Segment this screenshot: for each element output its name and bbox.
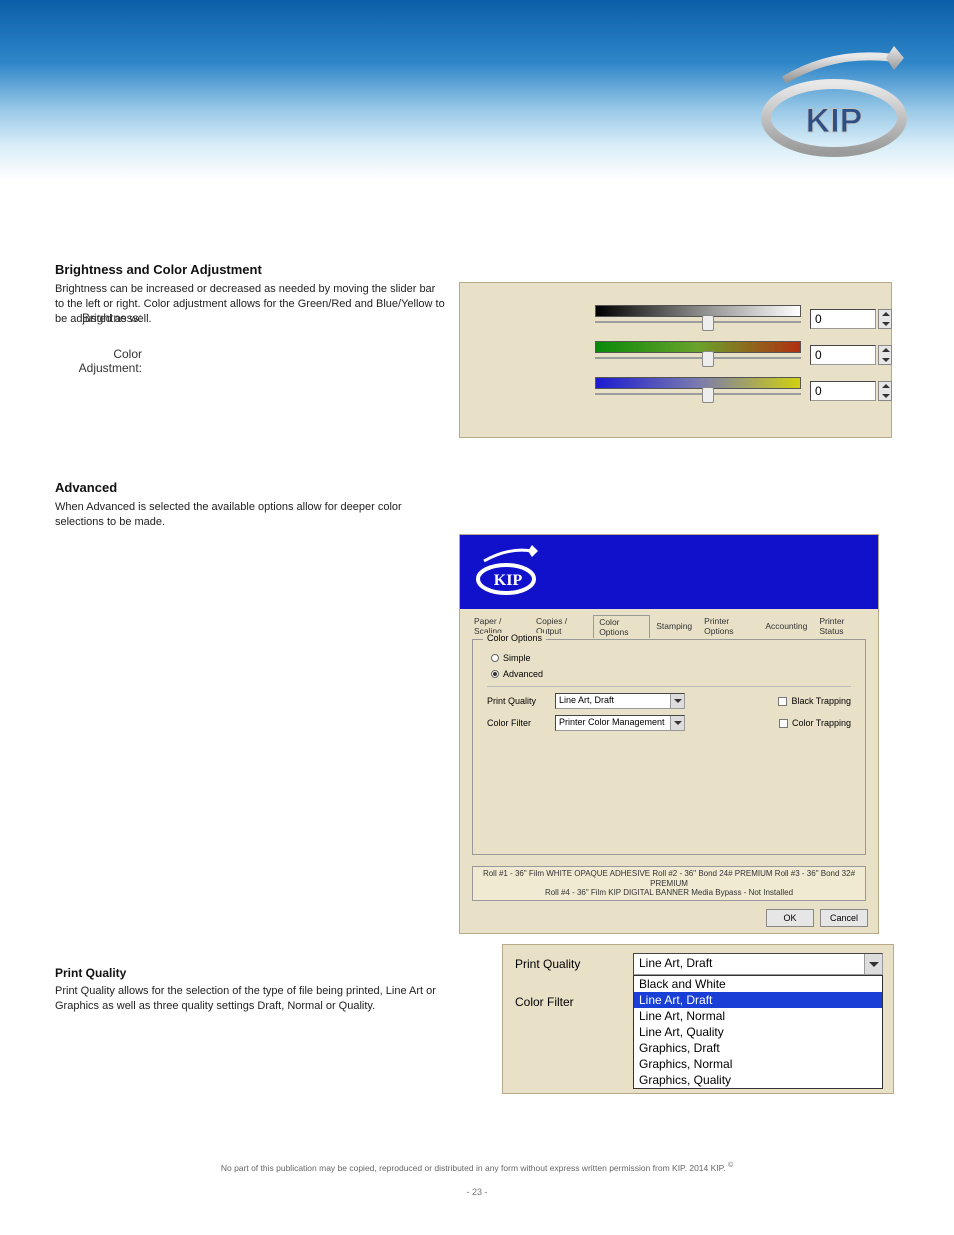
- section1-title: Brightness and Color Adjustment: [55, 262, 262, 277]
- color-trapping-checkbox[interactable]: Color Trapping: [779, 718, 851, 728]
- green-red-slider[interactable]: [595, 357, 801, 359]
- group-title: Color Options: [483, 633, 546, 643]
- radio-simple[interactable]: Simple: [491, 652, 865, 664]
- tab-color-options[interactable]: Color Options: [593, 615, 650, 638]
- pq-label2: Print Quality: [515, 957, 580, 971]
- brightness-panel: Brightness: Color Adjustment:: [459, 282, 892, 438]
- pq-option[interactable]: Line Art, Quality: [634, 1024, 882, 1040]
- section2-title: Advanced: [55, 480, 117, 495]
- radio-simple-label: Simple: [503, 653, 531, 663]
- brightness-label: Brightness:: [82, 311, 142, 325]
- kip-logo-dialog: KIP: [474, 543, 544, 598]
- svg-text:KIP: KIP: [806, 102, 863, 140]
- radio-icon: [491, 654, 499, 662]
- cf-label2: Color Filter: [515, 995, 574, 1009]
- blue-yellow-slider[interactable]: [595, 393, 801, 395]
- coloradj-label: Color Adjustment:: [79, 347, 142, 375]
- print-quality-dropdown-panel: Print Quality Color Filter Line Art, Dra…: [502, 944, 894, 1094]
- green-red-spinner[interactable]: [878, 345, 892, 365]
- radio-advanced-label: Advanced: [503, 669, 543, 679]
- roll-status-footer: Roll #1 - 36" Film WHITE OPAQUE ADHESIVE…: [472, 866, 866, 901]
- roll-status-line1: Roll #1 - 36" Film WHITE OPAQUE ADHESIVE…: [475, 869, 863, 888]
- pq-option[interactable]: Line Art, Normal: [634, 1008, 882, 1024]
- radio-advanced[interactable]: Advanced: [491, 668, 865, 680]
- section3-body: Print Quality allows for the selection o…: [55, 984, 475, 1014]
- chevron-down-icon: [864, 954, 882, 974]
- tab-printer-status[interactable]: Printer Status: [813, 614, 870, 638]
- brightness-spinner[interactable]: [878, 309, 892, 329]
- green-red-value[interactable]: [810, 345, 876, 365]
- color-options-group: Color Options Simple Advanced Print Qual…: [472, 639, 866, 855]
- brightness-value[interactable]: [810, 309, 876, 329]
- brightness-gradient: [595, 305, 801, 317]
- blue-yellow-gradient: [595, 377, 801, 389]
- page-number: - 23 -: [0, 1187, 954, 1197]
- black-trapping-label: Black Trapping: [791, 696, 851, 706]
- pq-option[interactable]: Graphics, Draft: [634, 1040, 882, 1056]
- pq-combo[interactable]: Line Art, Draft: [555, 693, 685, 709]
- roll-status-line2: Roll #4 - 36" Film KIP DIGITAL BANNER Me…: [475, 888, 863, 898]
- section3-title: Print Quality: [55, 966, 126, 980]
- ok-button[interactable]: OK: [766, 909, 814, 927]
- dialog-banner: KIP: [460, 535, 878, 609]
- blue-yellow-value[interactable]: [810, 381, 876, 401]
- pq-label: Print Quality: [487, 696, 547, 706]
- chevron-down-icon: [670, 716, 684, 730]
- pq-option[interactable]: Line Art, Draft: [634, 992, 882, 1008]
- tab-accounting[interactable]: Accounting: [759, 619, 813, 633]
- pq-option[interactable]: Graphics, Normal: [634, 1056, 882, 1072]
- chevron-down-icon: [670, 694, 684, 708]
- checkbox-icon: [778, 697, 787, 706]
- pq-combo-expanded-value: Line Art, Draft: [639, 956, 712, 970]
- cf-label: Color Filter: [487, 718, 547, 728]
- footer-copyright: No part of this publication may be copie…: [0, 1161, 954, 1175]
- pq-combo-expanded[interactable]: Line Art, Draft: [633, 953, 883, 975]
- cf-combo[interactable]: Printer Color Management: [555, 715, 685, 731]
- kip-logo-top: KIP: [754, 40, 914, 160]
- pq-combo-value: Line Art, Draft: [559, 695, 614, 705]
- slider-thumb[interactable]: [702, 387, 714, 403]
- pq-option-list[interactable]: Black and White Line Art, Draft Line Art…: [633, 975, 883, 1089]
- pq-option[interactable]: Black and White: [634, 976, 882, 992]
- svg-text:KIP: KIP: [494, 572, 523, 589]
- checkbox-icon: [779, 719, 788, 728]
- blue-yellow-spinner[interactable]: [878, 381, 892, 401]
- section2-body: When Advanced is selected the available …: [55, 500, 445, 530]
- advanced-dialog: KIP Paper / Scaling Copies / Output Colo…: [459, 534, 879, 934]
- radio-icon: [491, 670, 499, 678]
- slider-thumb[interactable]: [702, 351, 714, 367]
- black-trapping-checkbox[interactable]: Black Trapping: [778, 696, 851, 706]
- tab-printer-options[interactable]: Printer Options: [698, 614, 759, 638]
- color-trapping-label: Color Trapping: [792, 718, 851, 728]
- brightness-slider[interactable]: [595, 321, 801, 323]
- cancel-button[interactable]: Cancel: [820, 909, 868, 927]
- cf-combo-value: Printer Color Management: [559, 717, 665, 727]
- green-red-gradient: [595, 341, 801, 353]
- pq-option[interactable]: Graphics, Quality: [634, 1072, 882, 1088]
- tab-stamping[interactable]: Stamping: [650, 619, 698, 633]
- slider-thumb[interactable]: [702, 315, 714, 331]
